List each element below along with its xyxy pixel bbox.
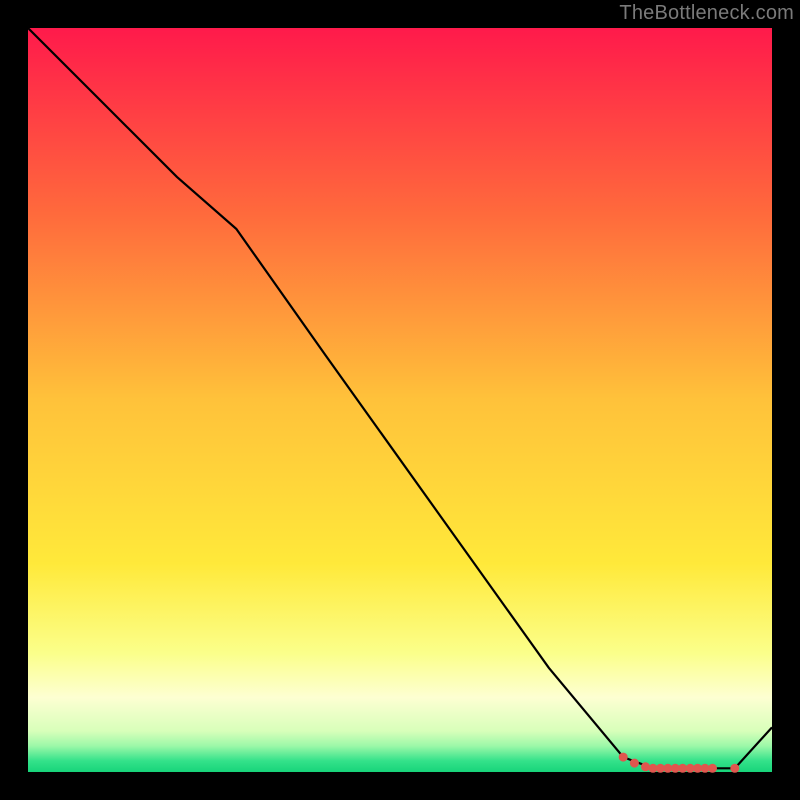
highlight-marker [708, 764, 717, 773]
highlight-marker [730, 764, 739, 773]
highlight-marker [619, 753, 628, 762]
chart-stage: TheBottleneck.com [0, 0, 800, 800]
watermark-label: TheBottleneck.com [619, 2, 794, 25]
highlight-marker [641, 762, 650, 771]
bottleneck-chart [0, 0, 800, 800]
highlight-marker [630, 759, 639, 768]
